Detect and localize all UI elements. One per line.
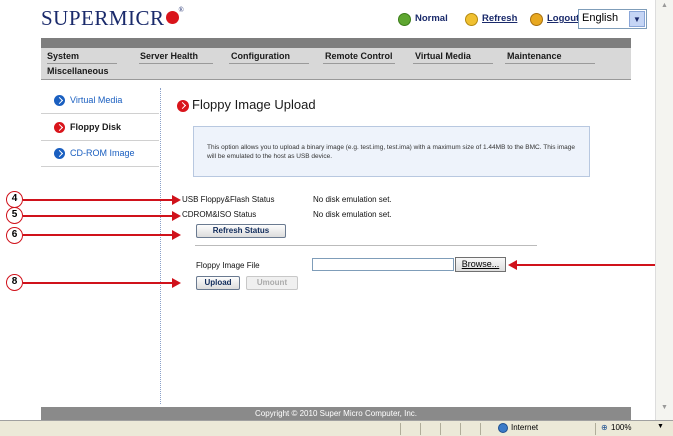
arrow-right-icon (172, 278, 181, 288)
sidebar-item-label: Virtual Media (70, 95, 123, 105)
status-separator (420, 423, 421, 435)
status-text: Normal (415, 13, 448, 24)
arrow-right-icon (177, 100, 189, 112)
sidebar-item-virtual-media[interactable]: Virtual Media (41, 88, 159, 114)
status-ok-icon (398, 13, 411, 26)
nav-underline (229, 63, 309, 64)
status-separator (480, 423, 481, 435)
annotation-4: 4 (6, 191, 23, 208)
refresh-icon[interactable] (465, 13, 478, 26)
supermicro-logo: SUPERMICR ® (41, 6, 185, 30)
main-nav: System Server Health Configuration Remot… (41, 48, 631, 80)
usb-status-value: No disk emulation set. (313, 195, 392, 204)
browse-button-label: Browse... (461, 259, 500, 269)
cdrom-status-value: No disk emulation set. (313, 210, 392, 219)
annotation-line (23, 234, 173, 236)
sidebar-item-label: Floppy Disk (70, 122, 122, 132)
logout-link[interactable]: Logout (547, 13, 579, 24)
logout-icon[interactable] (530, 13, 543, 26)
security-zone-text: Internet (511, 423, 539, 432)
status-separator (595, 423, 596, 435)
arrow-right-icon (172, 230, 181, 240)
nav-underline (139, 63, 213, 64)
sidebar-item-label: CD-ROM Image (70, 148, 135, 158)
browse-button[interactable]: Browse... (455, 257, 506, 272)
nav-remote-control[interactable]: Remote Control (325, 51, 393, 61)
language-select[interactable]: English ▼ (578, 9, 647, 29)
annotation-line (516, 264, 657, 266)
umount-button: Umount (246, 276, 298, 290)
annotation-6: 6 (6, 227, 23, 244)
nav-configuration[interactable]: Configuration (231, 51, 290, 61)
status-separator (440, 423, 441, 435)
refresh-link[interactable]: Refresh (482, 13, 517, 24)
arrow-right-icon (54, 95, 65, 106)
sidebar-item-cdrom-image[interactable]: CD-ROM Image (41, 141, 159, 167)
language-select-value: English (582, 12, 619, 24)
nav-underline (505, 63, 595, 64)
annotation-8: 8 (6, 274, 23, 291)
chevron-down-icon[interactable]: ▼ (657, 423, 664, 430)
nav-miscellaneous[interactable]: Miscellaneous (47, 66, 109, 76)
cdrom-status-label: CDROM&ISO Status (182, 210, 257, 219)
chevron-down-icon[interactable]: ▼ (629, 11, 645, 27)
nav-top-strip (41, 38, 631, 48)
upload-button[interactable]: Upload (196, 276, 240, 290)
nav-underline (323, 63, 395, 64)
annotation-line (23, 199, 173, 201)
logo-red-dot (165, 11, 179, 24)
logo-registered-mark: ® (178, 6, 185, 14)
arrow-right-icon (54, 122, 65, 133)
sidebar-item-floppy-disk[interactable]: Floppy Disk (41, 115, 159, 141)
section-divider (195, 245, 537, 246)
vertical-scrollbar[interactable]: ▲ ▼ (655, 0, 673, 420)
floppy-file-input[interactable] (312, 258, 454, 271)
globe-icon (498, 423, 508, 433)
usb-status-label: USB Floppy&Flash Status (182, 195, 275, 204)
nav-underline (47, 63, 117, 64)
nav-virtual-media[interactable]: Virtual Media (415, 51, 471, 61)
browser-status-bar (0, 420, 673, 436)
scroll-up-icon[interactable]: ▲ (658, 2, 671, 15)
annotation-5: 5 (6, 207, 23, 224)
nav-underline (413, 63, 493, 64)
info-text: This option allows you to upload a binar… (207, 144, 576, 160)
arrow-right-icon (172, 195, 181, 205)
sidebar-divider (160, 88, 161, 404)
status-separator (400, 423, 401, 435)
browser-viewport: SUPERMICR ® Normal Refresh Logout English… (0, 0, 673, 436)
nav-server-health[interactable]: Server Health (140, 51, 198, 61)
nav-system[interactable]: System (47, 51, 79, 61)
arrow-right-icon (172, 211, 181, 221)
floppy-file-label: Floppy Image File (196, 261, 260, 270)
zoom-level[interactable]: 100% (611, 423, 631, 432)
refresh-status-button[interactable]: Refresh Status (196, 224, 286, 238)
scroll-down-icon[interactable]: ▼ (658, 404, 671, 417)
status-separator (460, 423, 461, 435)
footer: Copyright © 2010 Super Micro Computer, I… (41, 407, 631, 420)
page-title: Floppy Image Upload (192, 97, 316, 112)
nav-maintenance[interactable]: Maintenance (507, 51, 562, 61)
annotation-line (23, 282, 173, 284)
arrow-right-icon (54, 148, 65, 159)
zoom-icon[interactable]: ⊕ (601, 423, 608, 432)
annotation-line (23, 215, 173, 217)
